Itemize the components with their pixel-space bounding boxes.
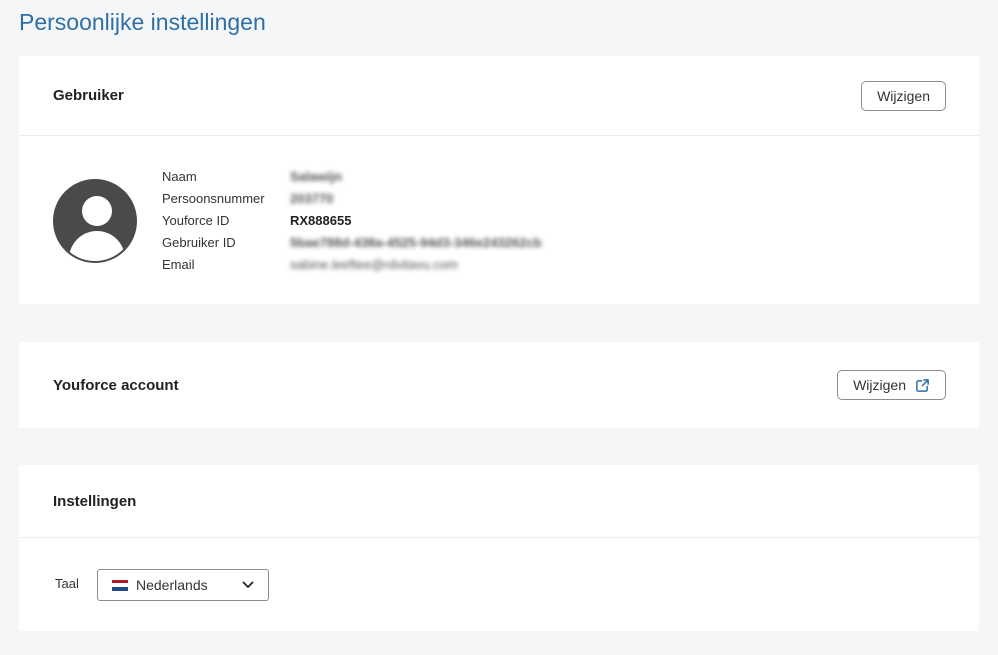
avatar [53,179,137,263]
account-card: Youforce account Wijzigen [19,342,979,428]
settings-card: Instellingen Taal Nederlands [19,465,979,631]
user-id-label: Gebruiker ID [162,235,236,250]
settings-card-header: Instellingen [19,465,979,537]
chevron-down-icon [242,581,254,588]
person-number-value: 203770 [290,191,334,206]
account-card-header: Youforce account Wijzigen [19,342,979,428]
language-selected-value: Nederlands [136,577,208,593]
youforce-id-value: RX888655 [290,213,352,228]
edit-user-button-label: Wijzigen [877,87,930,104]
netherlands-flag-icon [112,579,128,591]
page-title: Persoonlijke instellingen [19,9,266,35]
name-label: Naam [162,169,197,184]
email-label: Email [162,257,195,272]
avatar-head [82,196,112,226]
language-label: Taal [55,576,79,591]
user-details: Naam Salawijn Persoonsnummer 203770 Youf… [19,136,979,304]
user-id-value: 5bae788d-438a-4525-94d3-346e243262cb [290,235,542,250]
edit-user-button[interactable]: Wijzigen [861,80,946,111]
user-card-header: Gebruiker Wijzigen [19,56,979,135]
email-value: sabine.leeftee@rdvitavu.com [290,257,458,272]
account-card-title: Youforce account [53,376,179,394]
language-select[interactable]: Nederlands [97,569,269,601]
name-value: Salawijn [290,169,343,184]
external-link-icon [916,378,929,392]
user-card-title: Gebruiker [53,87,124,104]
user-info-list: Naam Salawijn Persoonsnummer 203770 Youf… [162,168,542,274]
avatar-body [69,231,125,261]
settings-card-title: Instellingen [53,492,137,510]
user-card: Gebruiker Wijzigen Naam Salawijn Persoon… [19,56,979,304]
settings-body: Taal Nederlands [19,538,979,631]
edit-account-button[interactable]: Wijzigen [837,370,946,400]
person-number-label: Persoonsnummer [162,191,265,206]
youforce-id-label: Youforce ID [162,213,230,228]
edit-account-button-label: Wijzigen [853,377,906,393]
